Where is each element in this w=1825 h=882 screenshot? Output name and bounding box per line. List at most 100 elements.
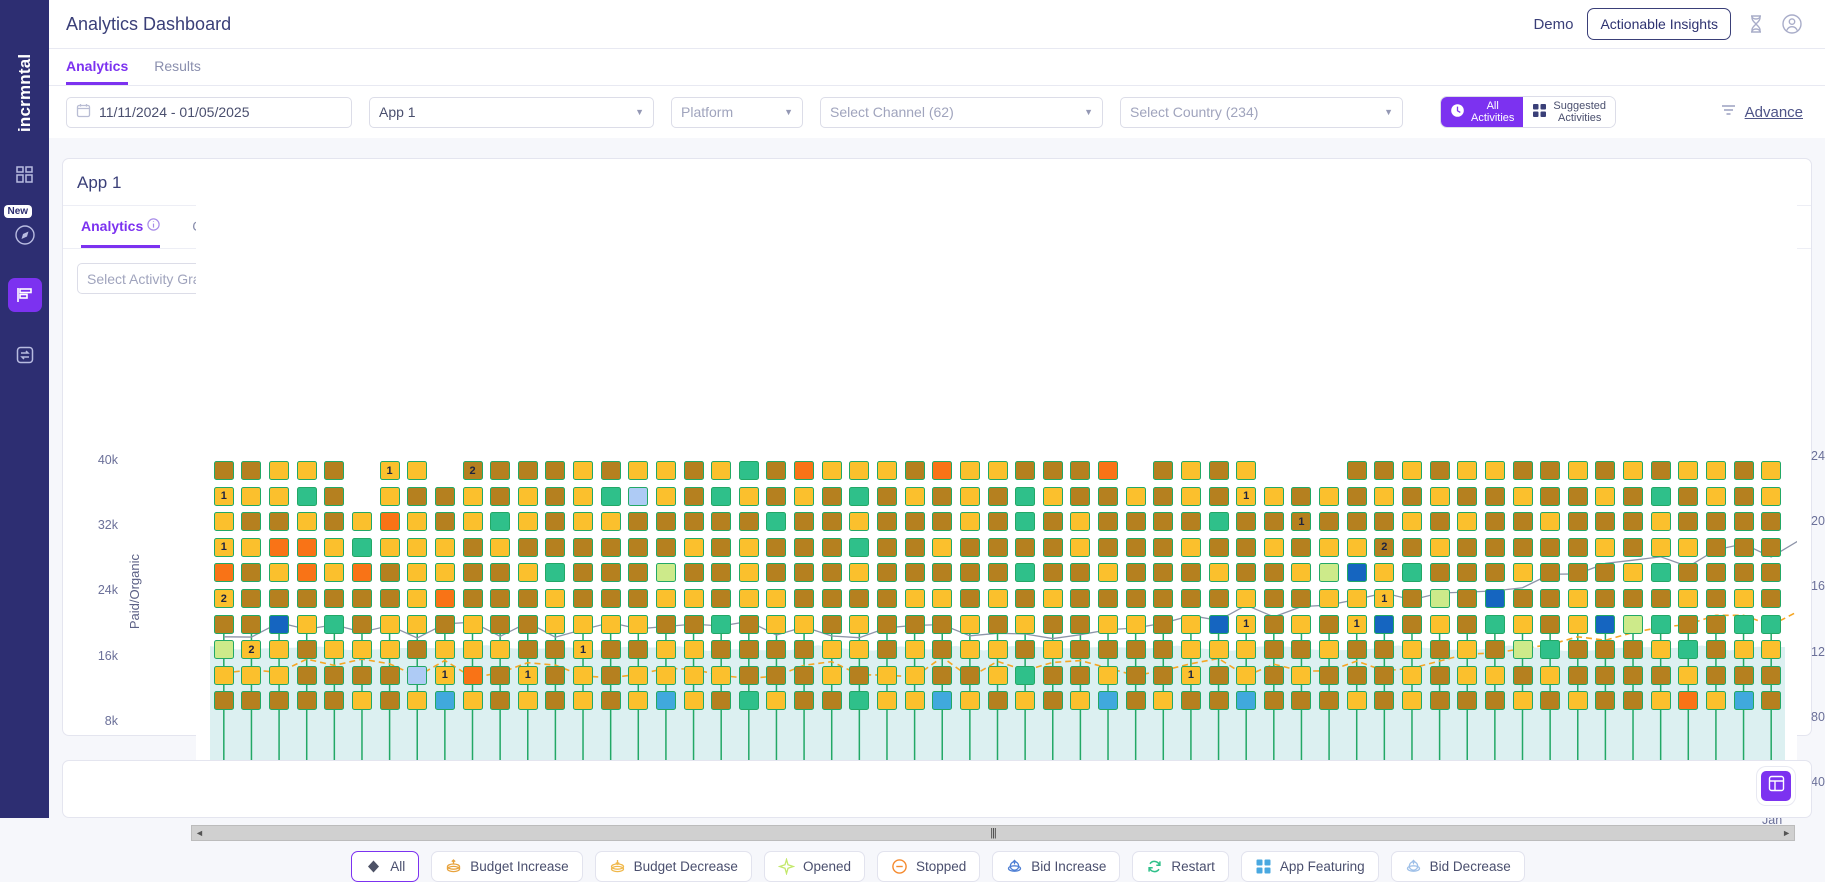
heatmap-cell[interactable]	[1457, 512, 1478, 532]
heatmap-cell[interactable]	[1319, 512, 1340, 532]
heatmap-cell[interactable]	[876, 512, 897, 532]
heatmap-cell[interactable]	[1678, 512, 1699, 532]
heatmap-cell[interactable]	[1208, 614, 1229, 634]
heatmap-cell[interactable]	[600, 563, 621, 583]
heatmap-cell[interactable]	[324, 563, 345, 583]
heatmap-cell[interactable]	[545, 537, 566, 557]
heatmap-cell[interactable]	[517, 691, 538, 711]
heatmap-cell[interactable]	[1457, 486, 1478, 506]
heatmap-cell[interactable]	[849, 665, 870, 685]
heatmap-cell[interactable]	[1457, 461, 1478, 480]
heatmap-cell[interactable]	[600, 461, 621, 480]
heatmap-cell[interactable]	[1015, 614, 1036, 634]
heatmap-cell[interactable]	[738, 461, 759, 480]
heatmap-cell[interactable]	[1678, 563, 1699, 583]
heatmap-cell[interactable]	[711, 665, 732, 685]
heatmap-cell[interactable]	[1374, 665, 1395, 685]
heatmap-cell[interactable]	[296, 665, 317, 685]
heatmap-cell[interactable]	[876, 589, 897, 608]
heatmap-cell[interactable]	[1374, 563, 1395, 583]
heatmap-cell[interactable]	[876, 640, 897, 660]
heatmap-cell[interactable]	[628, 461, 649, 480]
heatmap-cell[interactable]	[738, 665, 759, 685]
heatmap-cell[interactable]	[959, 614, 980, 634]
heatmap-cell[interactable]	[932, 512, 953, 532]
heatmap-cell[interactable]: 1	[1346, 614, 1367, 634]
heatmap-cell[interactable]	[1429, 589, 1450, 608]
heatmap-cell[interactable]	[1733, 640, 1754, 660]
heatmap-cell[interactable]: 1	[213, 537, 234, 557]
heatmap-cell[interactable]	[1042, 589, 1063, 608]
heatmap-cell[interactable]	[1457, 691, 1478, 711]
sidebar-item-explore[interactable]: New	[3, 205, 42, 252]
heatmap-cell[interactable]	[1733, 665, 1754, 685]
scroll-right-arrow[interactable]: ►	[1779, 828, 1794, 838]
heatmap-cell[interactable]	[1098, 486, 1119, 506]
heatmap-cell[interactable]	[1346, 563, 1367, 583]
heatmap-cell[interactable]	[1595, 563, 1616, 583]
heatmap-cell[interactable]	[1346, 512, 1367, 532]
heatmap-cell[interactable]	[932, 614, 953, 634]
heatmap-cell[interactable]	[1540, 537, 1561, 557]
heatmap-cell[interactable]	[1070, 512, 1091, 532]
heatmap-cell[interactable]	[1263, 665, 1284, 685]
sidebar-item-integrations[interactable]	[8, 338, 42, 372]
heatmap-cell[interactable]	[1595, 614, 1616, 634]
heatmap-cell[interactable]	[1070, 614, 1091, 634]
heatmap-cell[interactable]	[849, 589, 870, 608]
heatmap-cell[interactable]	[1319, 563, 1340, 583]
heatmap-cell[interactable]	[1401, 512, 1422, 532]
heatmap-cell[interactable]	[821, 589, 842, 608]
heatmap-cell[interactable]	[1623, 486, 1644, 506]
heatmap-cell[interactable]	[1346, 486, 1367, 506]
heatmap-cell[interactable]	[1457, 665, 1478, 685]
heatmap-cell[interactable]	[821, 691, 842, 711]
heatmap-cell[interactable]	[1678, 665, 1699, 685]
heatmap-cell[interactable]	[987, 461, 1008, 480]
heatmap-cell[interactable]	[1180, 589, 1201, 608]
heatmap-cell[interactable]	[794, 537, 815, 557]
heatmap-cell[interactable]	[241, 563, 262, 583]
heatmap-cell[interactable]	[1401, 614, 1422, 634]
heatmap-cell[interactable]	[1512, 589, 1533, 608]
heatmap-cell[interactable]	[1374, 691, 1395, 711]
heatmap-cell[interactable]	[573, 537, 594, 557]
heatmap-cell[interactable]	[379, 563, 400, 583]
heatmap-cell[interactable]	[1208, 665, 1229, 685]
heatmap-cell[interactable]	[683, 512, 704, 532]
heatmap-cell[interactable]	[1319, 589, 1340, 608]
heatmap-cell[interactable]	[324, 486, 345, 506]
heatmap-cell[interactable]	[876, 461, 897, 480]
heatmap-cell[interactable]	[407, 461, 428, 480]
heatmap-cell[interactable]	[1263, 563, 1284, 583]
heatmap-cell[interactable]	[849, 537, 870, 557]
heatmap-cell[interactable]	[821, 512, 842, 532]
heatmap-cell[interactable]	[876, 537, 897, 557]
heatmap-cell[interactable]	[1650, 486, 1671, 506]
heatmap-cell[interactable]	[1761, 614, 1782, 634]
heatmap-cell[interactable]	[462, 563, 483, 583]
heatmap-cell[interactable]	[1678, 461, 1699, 480]
heatmap-cell[interactable]	[1319, 486, 1340, 506]
heatmap-cell[interactable]	[683, 563, 704, 583]
heatmap-cell[interactable]	[407, 665, 428, 685]
heatmap-cell[interactable]	[738, 691, 759, 711]
heatmap-cell[interactable]	[600, 665, 621, 685]
heatmap-cell[interactable]	[1236, 461, 1257, 480]
heatmap-cell[interactable]	[1429, 537, 1450, 557]
heatmap-cell[interactable]	[1595, 537, 1616, 557]
heatmap-cell[interactable]	[1761, 640, 1782, 660]
heatmap-cell[interactable]	[490, 486, 511, 506]
heatmap-cell[interactable]	[241, 691, 262, 711]
heatmap-cell[interactable]	[683, 665, 704, 685]
heatmap-cell[interactable]	[1484, 486, 1505, 506]
heatmap-cell[interactable]	[1540, 589, 1561, 608]
heatmap-cell[interactable]	[324, 589, 345, 608]
heatmap-cell[interactable]	[462, 512, 483, 532]
heatmap-cell[interactable]	[1291, 537, 1312, 557]
heatmap-cell[interactable]	[1319, 691, 1340, 711]
heatmap-cell[interactable]	[434, 486, 455, 506]
heatmap-cell[interactable]	[904, 512, 925, 532]
heatmap-cell[interactable]	[1263, 614, 1284, 634]
heatmap-cell[interactable]	[1484, 512, 1505, 532]
